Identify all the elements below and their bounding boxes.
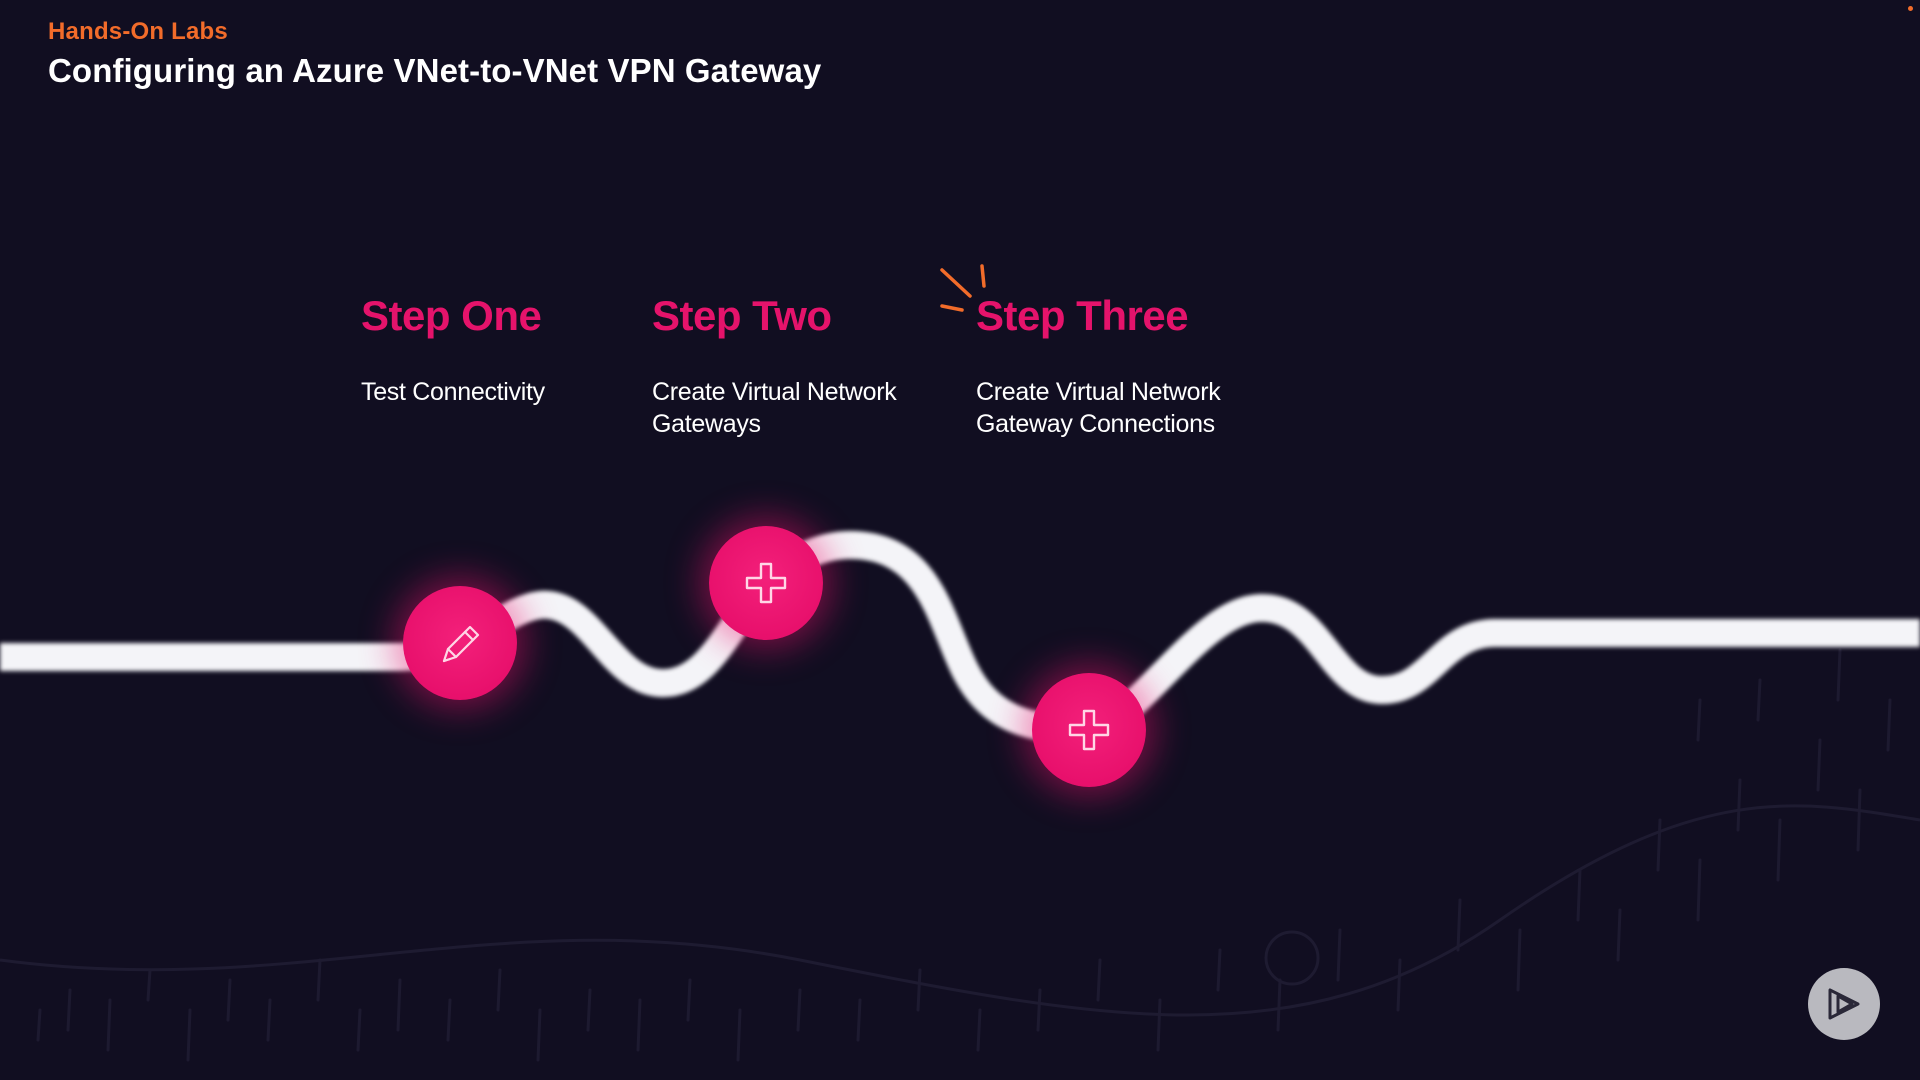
slide: Hands-On Labs Configuring an Azure VNet-… [0, 0, 1920, 1080]
step-three-node[interactable] [1032, 673, 1146, 787]
plus-icon [745, 562, 787, 604]
pencil-icon [442, 625, 480, 663]
step-one-node[interactable] [403, 586, 517, 700]
play-logo-icon [1828, 988, 1860, 1020]
step-two-node[interactable] [709, 526, 823, 640]
plus-icon [1068, 709, 1110, 751]
play-button[interactable] [1808, 968, 1880, 1040]
progress-path [0, 531, 1920, 744]
